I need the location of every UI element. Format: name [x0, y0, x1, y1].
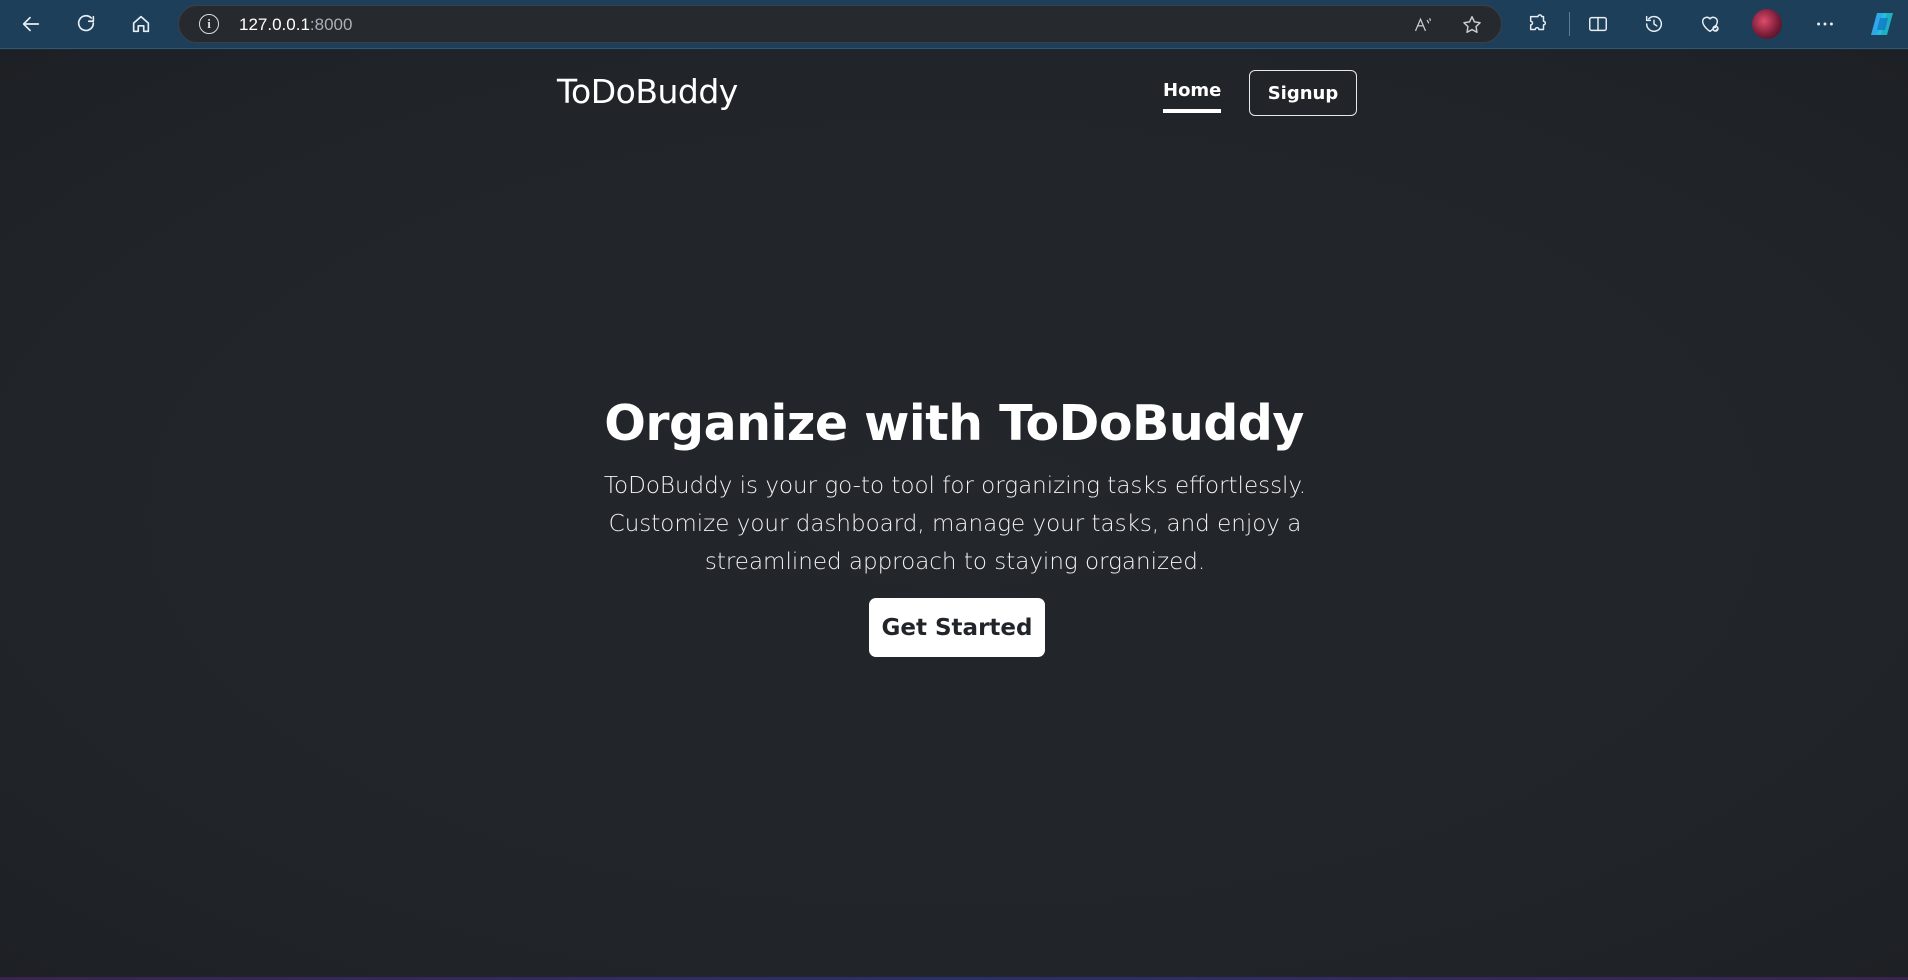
extensions-icon[interactable]: [1519, 6, 1557, 42]
address-bar[interactable]: i 127.0.0.1:8000: [178, 5, 1502, 43]
history-icon[interactable]: [1635, 6, 1673, 42]
home-icon[interactable]: [122, 6, 160, 42]
favorite-star-icon[interactable]: [1460, 14, 1484, 36]
page-content: ToDoBuddy Home Signup Organize with ToDo…: [0, 50, 1908, 980]
hero-description: ToDoBuddy is your go-to tool for organiz…: [603, 473, 1307, 575]
hero-title: Organize with ToDoBuddy: [604, 395, 1304, 452]
split-screen-icon[interactable]: [1579, 6, 1617, 42]
url-host: 127.0.0.1: [239, 15, 310, 34]
profile-avatar[interactable]: [1752, 9, 1782, 39]
navbar-brand[interactable]: ToDoBuddy: [557, 72, 738, 111]
copilot-icon[interactable]: [1868, 10, 1898, 38]
url-text[interactable]: 127.0.0.1:8000: [239, 15, 352, 35]
refresh-icon[interactable]: [67, 6, 105, 42]
back-arrow-icon[interactable]: [12, 6, 50, 42]
more-options-icon[interactable]: [1806, 6, 1844, 42]
toolbar-separator: [1569, 12, 1570, 36]
get-started-button[interactable]: Get Started: [869, 598, 1045, 657]
browser-essentials-icon[interactable]: [1691, 6, 1729, 42]
nav-signup-button[interactable]: Signup: [1249, 70, 1357, 116]
nav-link-home[interactable]: Home: [1163, 80, 1222, 113]
url-port: :8000: [309, 15, 353, 34]
read-aloud-icon[interactable]: [1411, 14, 1435, 36]
site-info-icon[interactable]: i: [199, 14, 219, 34]
browser-toolbar: i 127.0.0.1:8000: [0, 0, 1908, 49]
